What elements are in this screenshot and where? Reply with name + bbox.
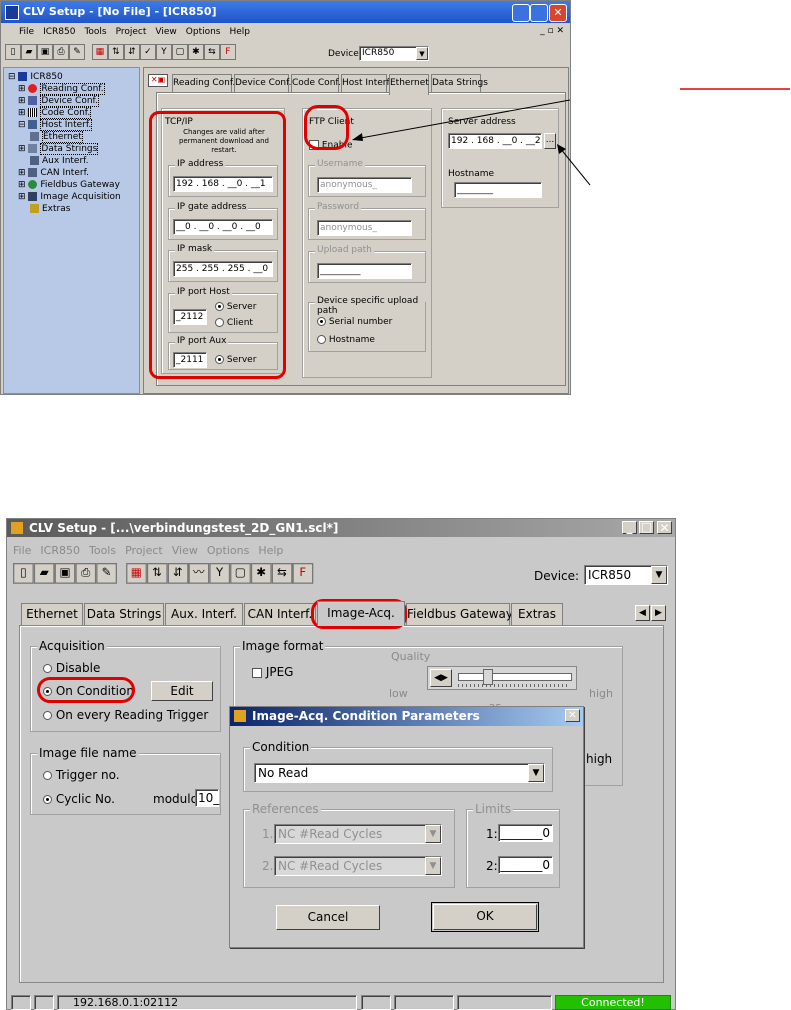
- reference-1-select[interactable]: NC #Read Cycles ▼: [274, 824, 442, 844]
- device-select-b[interactable]: ICR850 ▼: [584, 565, 668, 585]
- menu-help-b[interactable]: Help: [258, 544, 283, 557]
- modulo-field[interactable]: 10_: [195, 789, 219, 807]
- chevron-down-icon-ref2[interactable]: ▼: [425, 857, 441, 875]
- menu-options-b[interactable]: Options: [207, 544, 249, 557]
- app-icon-bottom: [11, 522, 23, 534]
- bottom-window-title: CLV Setup - [...\verbindungstest_2D_GN1.…: [29, 521, 339, 535]
- connect-icon-b[interactable]: ✎: [96, 563, 117, 584]
- dialog-title-bar: Image-Acq. Condition Parameters ✕: [230, 707, 583, 726]
- maximize-button-bottom[interactable]: □: [639, 521, 654, 534]
- menu-file-b[interactable]: File: [13, 544, 31, 557]
- scan-icon-b[interactable]: ✱: [250, 563, 272, 584]
- quality-low-label: low: [389, 687, 408, 700]
- dialog-app-icon: [234, 710, 246, 722]
- tab-datastrings-b[interactable]: Data Strings: [84, 603, 164, 625]
- jpeg-checkbox[interactable]: JPEG: [252, 665, 293, 679]
- new-icon-b[interactable]: ▯: [13, 563, 34, 584]
- edit-button[interactable]: Edit: [151, 681, 213, 701]
- slider-thumb[interactable]: [483, 669, 493, 685]
- menu-icr850-b[interactable]: ICR850: [40, 544, 80, 557]
- image-file-name-group: Image file name Trigger no. Cyclic No. m…: [30, 746, 221, 815]
- tab-scroll-left[interactable]: ◀: [635, 605, 650, 621]
- tab-scroll-right[interactable]: ▶: [651, 605, 666, 621]
- limits-group: Limits 1: _______0 2: _______0: [466, 802, 560, 888]
- bottom-tab-strip: Ethernet Data Strings Aux. Interf. CAN I…: [21, 601, 671, 627]
- disable-radio[interactable]: Disable: [43, 661, 100, 675]
- print-icon-b[interactable]: ⎙: [75, 563, 97, 584]
- chevron-down-icon-b[interactable]: ▼: [651, 566, 667, 584]
- status-cell-3: [361, 995, 391, 1010]
- download-icon-b[interactable]: ⇵: [167, 563, 189, 584]
- modulo-label: modulo: [153, 792, 198, 806]
- device-icon-b[interactable]: ▦: [125, 563, 147, 584]
- annotation-arrows: [352, 88, 790, 186]
- slider-ticks: [458, 684, 570, 687]
- upload-icon-b[interactable]: ⇅: [146, 563, 168, 584]
- status-cell-2: [34, 995, 54, 1010]
- tab-fieldbus-b[interactable]: Fieldbus Gateway: [406, 603, 513, 625]
- limit-1-field[interactable]: _______0: [498, 824, 553, 842]
- open-icon-b[interactable]: ▰: [33, 563, 55, 584]
- quality-slider[interactable]: ◀▶: [427, 666, 577, 690]
- device-label-b: Device:: [534, 569, 580, 583]
- tab-can-b[interactable]: CAN Interf.: [244, 603, 316, 625]
- tab-extras-b[interactable]: Extras: [511, 603, 563, 625]
- chevron-down-icon-cond[interactable]: ▼: [528, 764, 544, 782]
- chevron-down-icon-ref1[interactable]: ▼: [425, 825, 441, 843]
- quality-label: Quality: [391, 650, 431, 663]
- monitor-icon-b[interactable]: ▢: [229, 563, 251, 584]
- bottom-title-bar: CLV Setup - [...\verbindungstest_2D_GN1.…: [7, 519, 675, 537]
- tab-aux-b[interactable]: Aux. Interf.: [165, 603, 243, 625]
- minimize-button-bottom[interactable]: _: [622, 521, 637, 534]
- reference-2-select[interactable]: NC #Read Cycles ▼: [274, 856, 442, 876]
- status-cell-4: [394, 995, 454, 1010]
- transfer-icon-b[interactable]: ⇆: [271, 563, 293, 584]
- status-cell-5: [457, 995, 552, 1010]
- bottom-toolbar: ▯ ▰ ▣ ⎙ ✎ ▦ ⇅ ⇵ 〰 Y ▢ ✱ ⇆ F: [13, 563, 314, 584]
- menu-tools-b[interactable]: Tools: [89, 544, 116, 557]
- references-group: References 1. NC #Read Cycles ▼ 2. NC #R…: [243, 802, 455, 888]
- close-button-bottom[interactable]: ✕: [657, 521, 672, 534]
- ftp-icon-b[interactable]: F: [292, 563, 314, 584]
- dialog-title: Image-Acq. Condition Parameters: [252, 709, 480, 723]
- status-address: 192.168.0.1:02112: [57, 995, 357, 1010]
- tab-image-acq-b[interactable]: Image-Acq.: [317, 601, 405, 626]
- on-condition-highlight: [37, 677, 135, 703]
- save-icon-b[interactable]: ▣: [54, 563, 76, 584]
- ok-button[interactable]: OK: [431, 902, 539, 932]
- slider-arrows-icon[interactable]: ◀▶: [430, 669, 452, 687]
- tab-ethernet-b[interactable]: Ethernet: [21, 603, 83, 625]
- high-label-2: high: [586, 752, 613, 766]
- condition-group: Condition No Read ▼: [243, 740, 553, 792]
- tab-ethernet[interactable]: Ethernet: [389, 74, 429, 95]
- menu-project-b[interactable]: Project: [125, 544, 163, 557]
- cyclic-no-radio[interactable]: Cyclic No.: [43, 792, 115, 806]
- menu-view-b[interactable]: View: [172, 544, 198, 557]
- connected-badge: Connected!: [555, 995, 671, 1010]
- quality-high-label: high: [589, 687, 613, 700]
- slider-track: [458, 673, 572, 681]
- status-bar: 192.168.0.1:02112 Connected!: [11, 995, 675, 1010]
- condition-dialog: Image-Acq. Condition Parameters ✕ Condit…: [229, 706, 584, 948]
- limit-2-field[interactable]: _______0: [498, 856, 553, 874]
- graph-icon-b[interactable]: 〰: [188, 563, 210, 584]
- condition-select[interactable]: No Read ▼: [254, 763, 545, 783]
- cancel-button[interactable]: Cancel: [276, 905, 380, 930]
- trigger-no-radio[interactable]: Trigger no.: [43, 768, 120, 782]
- tune-icon-b[interactable]: Y: [209, 563, 230, 584]
- status-cell-1: [11, 995, 31, 1010]
- every-trigger-radio[interactable]: On every Reading Trigger: [43, 708, 208, 722]
- dialog-close-button[interactable]: ✕: [565, 709, 580, 722]
- bottom-menu-bar: File ICR850 Tools Project View Options Help: [13, 544, 292, 557]
